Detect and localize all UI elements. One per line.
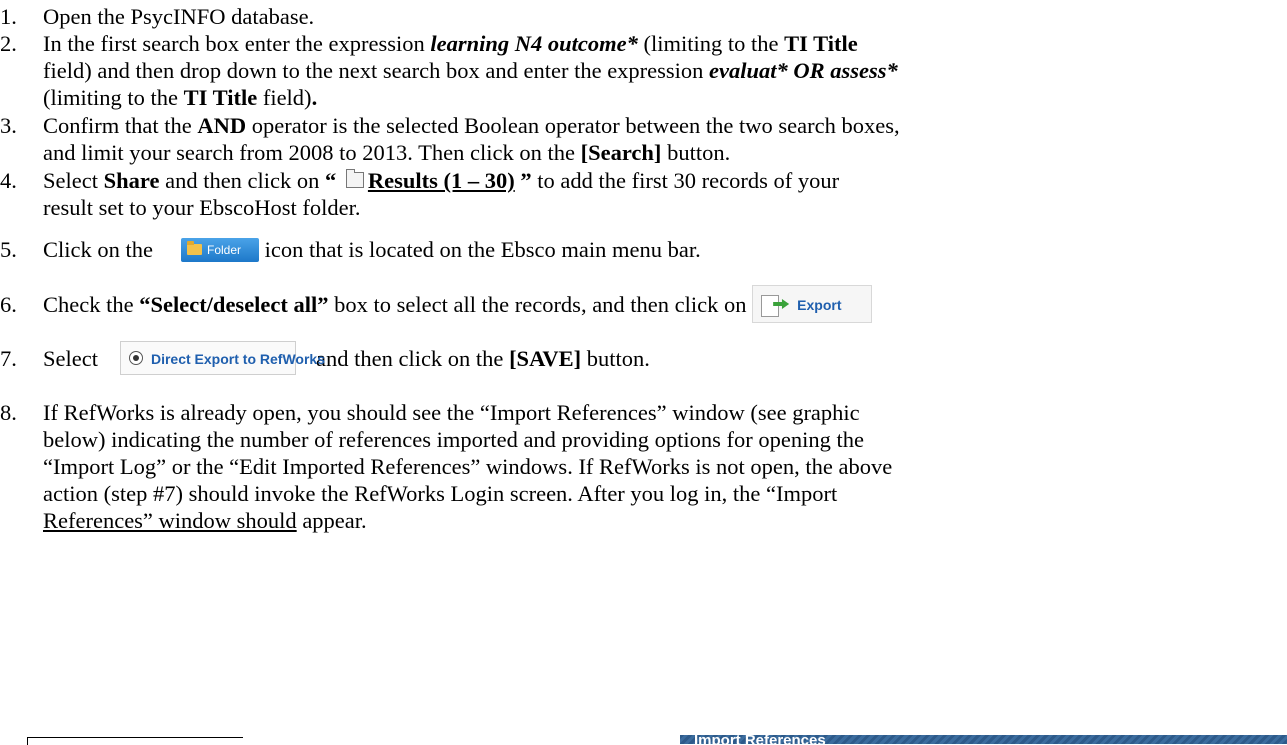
step-number: 4. — [0, 168, 17, 193]
step-number: 2. — [0, 31, 17, 56]
step-number: 5. — [0, 237, 17, 262]
step-text: Open the PsycINFO database. — [43, 4, 315, 29]
select-all-label: “Select/deselect all” — [139, 292, 329, 318]
folder-icon — [345, 169, 364, 188]
field-name: TI Title — [183, 85, 258, 110]
import-window-title: Import References — [694, 735, 826, 744]
folder-icon — [186, 240, 202, 255]
radio-selected-icon — [128, 350, 143, 365]
step-number: 3. — [0, 113, 17, 138]
import-references-window-header: Import References — [680, 735, 1287, 744]
export-button[interactable]: Export — [752, 285, 873, 323]
step-number: 6. — [0, 292, 17, 317]
search-expression-2: evaluat* OR assess* — [709, 58, 898, 83]
search-expression-1: learning N4 outcome* — [430, 31, 638, 56]
direct-export-refworks-option[interactable]: Direct Export to RefWorks — [119, 340, 325, 375]
share-label: Share — [103, 168, 160, 193]
results-link[interactable]: Results (1 – 30) — [368, 168, 515, 193]
folder-button[interactable]: Folder — [180, 237, 259, 262]
step-number: 8. — [0, 400, 17, 425]
field-name: TI Title — [784, 31, 858, 56]
step-number: 7. — [0, 346, 17, 371]
step-number: 1. — [0, 4, 17, 29]
search-button-label: [Search] — [580, 140, 662, 165]
save-button-label: [SAVE] — [509, 346, 582, 371]
boolean-operator: AND — [197, 113, 247, 138]
